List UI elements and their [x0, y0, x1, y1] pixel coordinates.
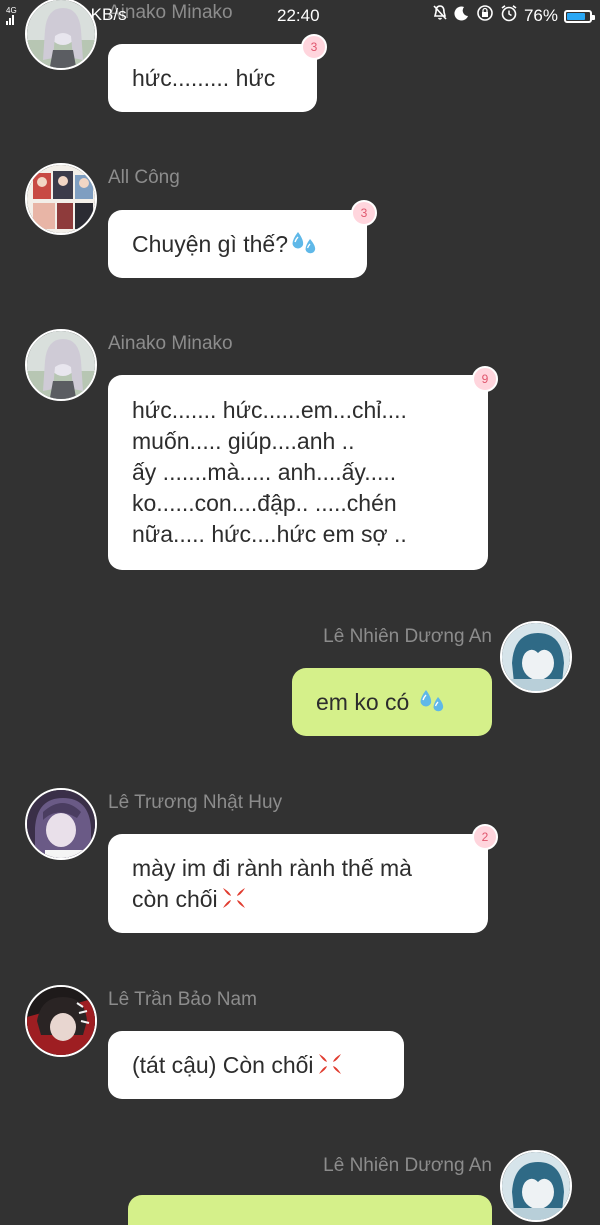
message-line: ko......con....đập.. .....chén	[132, 490, 397, 516]
message-text: Chuyện gì thế?	[132, 229, 343, 260]
moon-icon	[454, 5, 470, 27]
message-bubble[interactable]: em ko có	[292, 668, 492, 736]
message-text-content: em ko có	[316, 688, 416, 715]
anger-symbol-icon	[318, 1053, 341, 1074]
clock: 22:40	[277, 6, 320, 25]
reaction-count-badge[interactable]: 9	[472, 366, 498, 392]
reaction-count-badge[interactable]: 3	[301, 34, 327, 60]
avatar-ainako[interactable]	[25, 329, 97, 401]
sender-name: Lê Trương Nhật Huy	[108, 792, 283, 813]
sweat-droplets-icon	[292, 231, 316, 253]
sender-name: All Công	[108, 167, 180, 188]
avatar-le-nhien[interactable]	[500, 1150, 572, 1222]
message-text: em ko có	[316, 687, 468, 718]
anger-symbol-icon	[222, 887, 245, 908]
message-bubble[interactable]: (tát cậu) Còn chối	[108, 1031, 404, 1099]
network-speed: KB/s	[90, 5, 127, 24]
sender-name: Lê Nhiên Dương An	[323, 626, 492, 647]
sender-name: Lê Nhiên Dương An	[323, 1155, 492, 1176]
message-line: muốn..... giúp....anh ..	[132, 428, 355, 454]
rotation-lock-icon	[476, 4, 494, 28]
battery-percent: 76%	[523, 6, 558, 25]
message-text-content: (tát cậu) Còn chối	[132, 1051, 314, 1078]
avatar-le-truong[interactable]	[25, 788, 97, 860]
network-type-label: 4G	[6, 5, 17, 15]
reaction-count-badge[interactable]: 3	[351, 200, 377, 226]
message-text-content: còn chối	[132, 885, 218, 912]
message-text-content: Chuyện gì thế?	[132, 230, 289, 257]
message-bubble[interactable]: hức......... hức	[108, 44, 317, 112]
message-bubble[interactable]: mày im đi rành rành thế mà còn chối	[108, 834, 488, 933]
sweat-droplets-icon	[420, 689, 443, 711]
avatar-le-tran[interactable]	[25, 985, 97, 1057]
message-line: ấy .......mà..... anh....ấy.....	[132, 459, 397, 485]
signal-icon: 4G	[6, 6, 17, 25]
message-text: (tát cậu) Còn chối	[132, 1050, 380, 1081]
message-text: hức......... hức	[132, 64, 276, 91]
reaction-count-badge[interactable]: 2	[472, 824, 498, 850]
battery-icon	[564, 9, 595, 23]
avatar-le-nhien[interactable]	[500, 621, 572, 693]
sender-name: Lê Trần Bảo Nam	[108, 989, 257, 1010]
message-line: nữa..... hức....hức em sợ ..	[132, 521, 407, 547]
alarm-icon	[500, 4, 518, 28]
mute-bell-icon	[432, 4, 448, 28]
sender-name: Ainako Minako	[108, 333, 233, 354]
message-bubble[interactable]: hức....... hức......em...chỉ.... muốn...…	[108, 375, 488, 570]
message-line: còn chối	[132, 884, 464, 915]
avatar-all-cong[interactable]	[25, 163, 97, 235]
battery-fill	[567, 12, 586, 20]
message-line: hức....... hức......em...chỉ....	[132, 397, 407, 423]
status-bar: 4G KB/s 22:40 76%	[0, 0, 600, 32]
message-bubble[interactable]: Chuyện gì thế?	[108, 210, 367, 278]
message-line: mày im đi rành rành thế mà	[132, 854, 412, 881]
